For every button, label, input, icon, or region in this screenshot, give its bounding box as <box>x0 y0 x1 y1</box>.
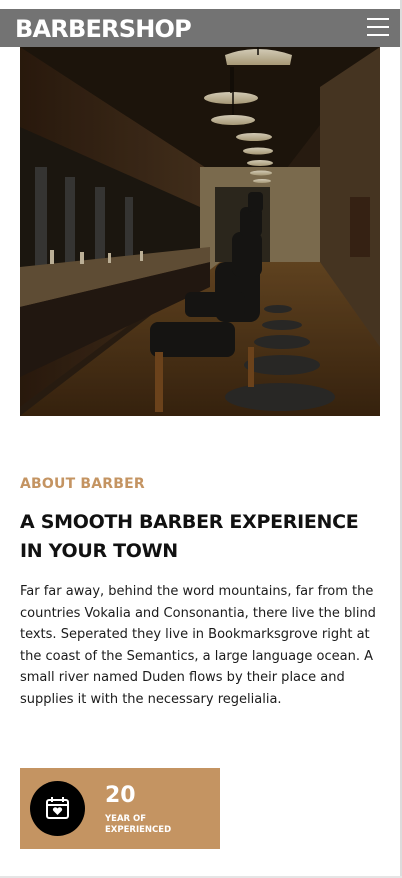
navbar: BARBERSHOP <box>0 9 402 47</box>
stat-number: 20 <box>105 783 136 808</box>
hero-image <box>20 47 380 416</box>
section-tag: ABOUT BARBER <box>20 476 145 492</box>
calendar-heart-icon <box>30 781 85 836</box>
section-paragraph: Far far away, behind the word mountains,… <box>20 584 376 707</box>
stat-label: YEAR OF EXPERIENCED <box>105 814 172 835</box>
section-heading: A SMOOTH BARBER EXPERIENCE IN YOUR TOWN <box>20 511 359 562</box>
brand-logo[interactable]: BARBERSHOP <box>15 15 192 43</box>
hamburger-menu-icon[interactable] <box>365 16 391 40</box>
experience-stat: 20 YEAR OF EXPERIENCED <box>20 768 220 849</box>
